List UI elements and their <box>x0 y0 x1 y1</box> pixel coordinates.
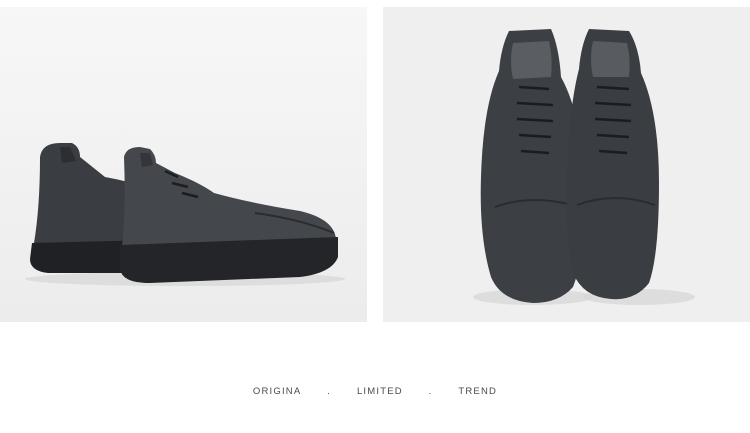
top-view-boots <box>383 7 750 322</box>
brand-tagline: ORIGINA . LIMITED . TREND <box>0 386 750 397</box>
side-view-boots <box>0 7 367 322</box>
tagline-separator: . <box>327 386 332 397</box>
tagline-word-origina: ORIGINA <box>252 386 302 397</box>
tagline-word-trend: TREND <box>458 386 498 397</box>
tagline-word-limited: LIMITED <box>356 386 403 397</box>
tagline-separator: . <box>428 386 433 397</box>
shoe-side-photo <box>0 7 367 322</box>
shoe-top-photo <box>383 7 750 322</box>
